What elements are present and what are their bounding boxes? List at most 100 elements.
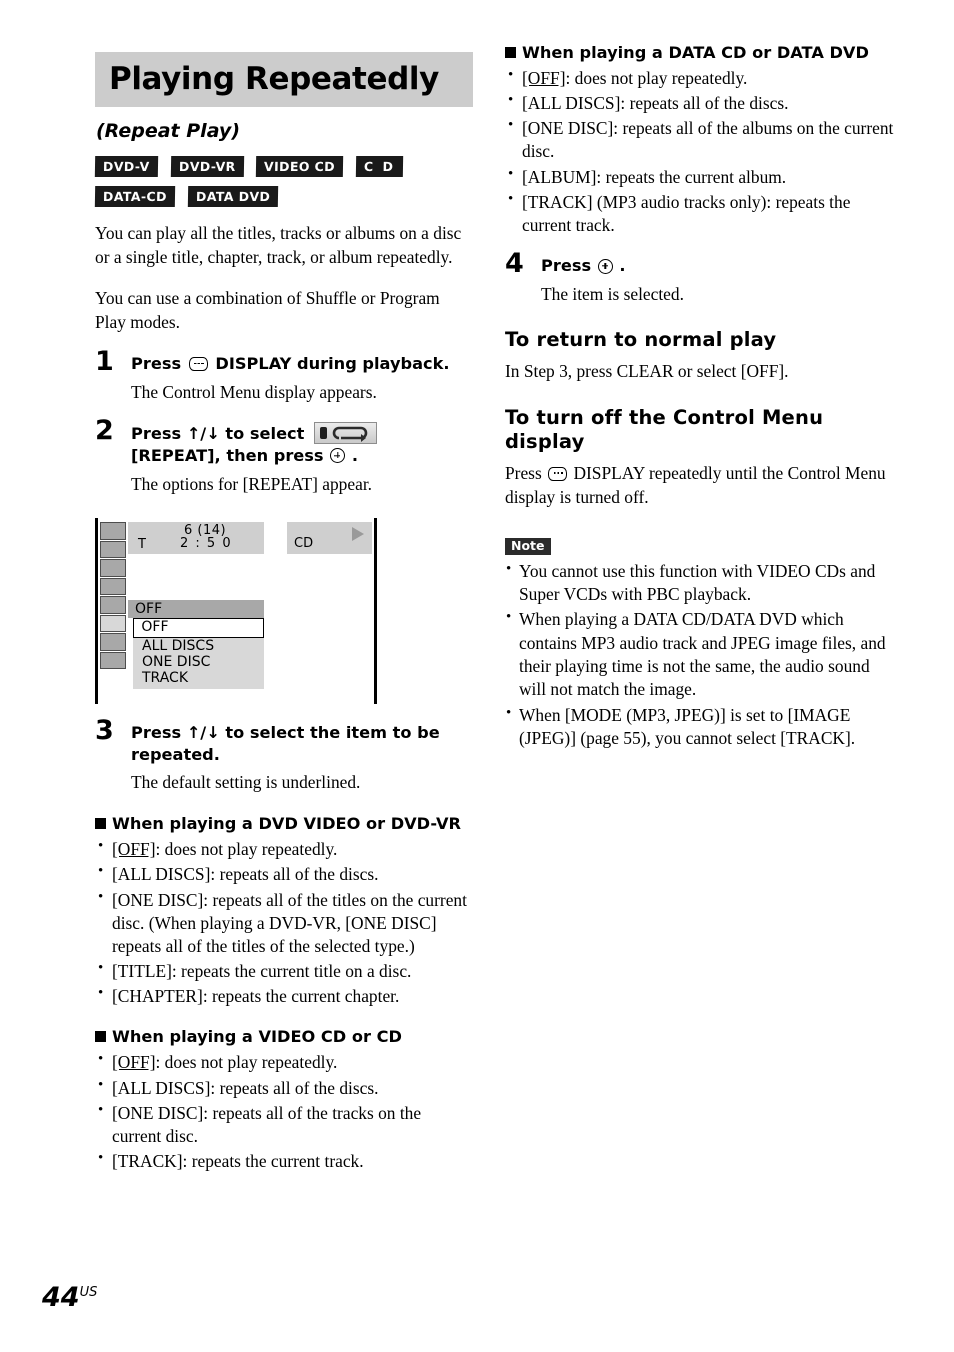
disc-badge-video-cd: VIDEO CD (256, 156, 344, 178)
osd-info-box: 6 (14) T 2 : 5 0 (128, 522, 264, 555)
disc-badge-cd: C D (356, 156, 404, 178)
step-2: 2 Press ↑/↓ to select [REPEAT], then pre… (95, 417, 473, 496)
osd-icon-cell (100, 522, 126, 540)
list-item: [ALBUM]: repeats the current album. (505, 165, 895, 189)
step-1-number: 1 (95, 346, 114, 378)
option-key: [ALL DISCS] (112, 1077, 211, 1098)
option-key: [ALL DISCS] (522, 93, 621, 114)
option-key: [CHAPTER] (112, 986, 203, 1007)
intro-paragraph-2: You can use a combination of Shuffle or … (95, 288, 440, 333)
list-item: [OFF]: does not play repeatedly. (95, 1050, 473, 1074)
list-item: [ALL DISCS]: repeats all of the discs. (95, 1076, 473, 1100)
step-3-number: 3 (95, 715, 114, 747)
list-item: When [MODE (MP3, JPEG)] is set to [IMAGE… (505, 703, 895, 751)
option-text: : repeats all of the discs. (210, 864, 379, 885)
option-key: [OFF] (522, 68, 566, 89)
heading-return-to-normal-play: To return to normal play (505, 328, 777, 352)
option-list-videocd: [OFF]: does not play repeatedly. [ALL DI… (95, 1050, 473, 1173)
osd-option-all-discs[interactable]: ALL DISCS (133, 638, 264, 654)
step-4-body: The item is selected. (541, 283, 684, 304)
step-4-heading-before: Press (541, 256, 592, 276)
step-1-heading-after: DISPLAY during playback. (215, 354, 450, 374)
step-1-body: The Control Menu display appears. (131, 381, 377, 402)
page-title: Playing Repeatedly (109, 61, 439, 97)
section-heading-datacd: When playing a DATA CD or DATA DVD (505, 42, 895, 63)
option-list-datacd: [OFF]: does not play repeatedly. [ALL DI… (505, 66, 895, 237)
enter-button-icon (597, 258, 613, 274)
control-menu-osd-figure: 6 (14) T 2 : 5 0 CD OFF OFF ALL DISCS ON… (95, 518, 377, 705)
list-item: When playing a DATA CD/DATA DVD which co… (505, 607, 895, 701)
osd-option-one-disc[interactable]: ONE DISC (133, 654, 264, 670)
disc-badge-dvd-v: DVD-V (94, 156, 158, 178)
step-4-heading-after: . (619, 256, 626, 276)
step-1: 1 Press DISPLAY during playback. The Con… (95, 348, 473, 404)
disc-type-badge-list: DVD-V DVD-VR VIDEO CD C D DATA-CD DATA D… (94, 156, 435, 208)
list-item: [OFF]: does not play repeatedly. (95, 837, 473, 861)
disc-badge-data-cd: DATA-CD (94, 186, 176, 208)
osd-time-label: T (138, 537, 146, 553)
section-heading-videocd: When playing a VIDEO CD or CD (95, 1026, 473, 1047)
display-button-icon (548, 466, 568, 481)
right-column: When playing a DATA CD or DATA DVD [OFF]… (505, 42, 895, 750)
heading-turn-off-control-menu: To turn off the Control Menu display (505, 405, 824, 454)
left-column: Playing Repeatedly (Repeat Play) DVD-V D… (94, 52, 473, 1173)
option-key: [OFF] (112, 1052, 156, 1073)
list-item: [TITLE]: repeats the current title on a … (95, 959, 473, 983)
square-bullet-icon (95, 1031, 106, 1043)
square-bullet-icon (505, 47, 516, 58)
step-4-heading: Press . (541, 255, 895, 277)
disc-badge-data-dvd: DATA DVD (187, 186, 279, 208)
option-key: [TRACK] (522, 191, 593, 212)
step-2-body: The options for [REPEAT] appear. (131, 473, 372, 494)
osd-frame-right (374, 518, 377, 705)
step-2-heading-mid: [REPEAT], then press (131, 445, 324, 465)
enter-button-icon (330, 448, 346, 464)
osd-icon-cell-active (100, 614, 126, 633)
intro-paragraph-1: You can play all the titles, tracks or a… (95, 223, 462, 268)
osd-icon-cell (100, 651, 126, 670)
page-region: US (79, 1285, 98, 1300)
osd-icon-cell (100, 633, 126, 651)
step-2-heading-before: Press ↑/↓ to select (131, 424, 305, 444)
option-text: : repeats all of the discs. (210, 1077, 379, 1098)
section-heading-dvd: When playing a DVD VIDEO or DVD-VR (95, 813, 473, 834)
osd-option-track[interactable]: TRACK (133, 670, 264, 686)
list-item: [OFF]: does not play repeatedly. (505, 66, 895, 90)
body-turn-off-control-menu: Press DISPLAY repeatedly until the Contr… (505, 462, 895, 510)
list-item: [ONE DISC]: repeats all of the albums on… (505, 116, 895, 163)
step-4-number: 4 (505, 248, 524, 280)
step-2-heading-after: . (351, 445, 358, 465)
osd-icon-cell (100, 559, 126, 577)
list-item: [CHAPTER]: repeats the current chapter. (95, 984, 473, 1008)
option-text: : repeats the current chapter. (202, 986, 400, 1007)
step-1-heading-before: Press (131, 354, 182, 374)
osd-icon-cell (100, 540, 126, 559)
osd-current-setting: OFF (128, 600, 264, 619)
option-key: [OFF] (112, 839, 156, 860)
option-text: : does not play repeatedly. (155, 839, 338, 860)
option-text: : does not play repeatedly. (565, 68, 748, 89)
page-footer: 44US (42, 1282, 97, 1313)
osd-disc-label: CD (294, 536, 314, 552)
osd-option-off[interactable]: OFF (133, 618, 264, 639)
osd-frame-left (95, 518, 98, 705)
list-item: [TRACK] (MP3 audio tracks only): repeats… (505, 190, 895, 237)
option-text: : repeats the current track. (182, 1150, 364, 1171)
list-item: You cannot use this function with VIDEO … (505, 559, 895, 607)
list-item: [ALL DISCS]: repeats all of the discs. (95, 862, 473, 886)
option-key: [ALBUM] (522, 166, 597, 187)
option-key: [ALL DISCS] (112, 864, 211, 885)
osd-time-value: 2 : 5 0 (180, 536, 233, 552)
osd-disc-box: CD (287, 522, 372, 555)
manual-page: Playing Repeatedly (Repeat Play) DVD-V D… (0, 0, 954, 1352)
option-text: : repeats all of the discs. (620, 93, 789, 114)
list-item: [ONE DISC]: repeats all of the titles on… (95, 888, 473, 958)
osd-option-list: OFF ALL DISCS ONE DISC TRACK (133, 618, 264, 690)
osd-icon-cell (100, 577, 126, 596)
option-list-dvd: [OFF]: does not play repeatedly. [ALL DI… (95, 837, 473, 1008)
osd-icon-cell (100, 596, 126, 614)
step-2-heading: Press ↑/↓ to select [REPEAT], then press… (131, 422, 473, 466)
option-key: [ONE DISC] (522, 118, 614, 139)
list-item: [TRACK]: repeats the current track. (95, 1149, 473, 1173)
step-1-heading: Press DISPLAY during playback. (131, 353, 473, 375)
